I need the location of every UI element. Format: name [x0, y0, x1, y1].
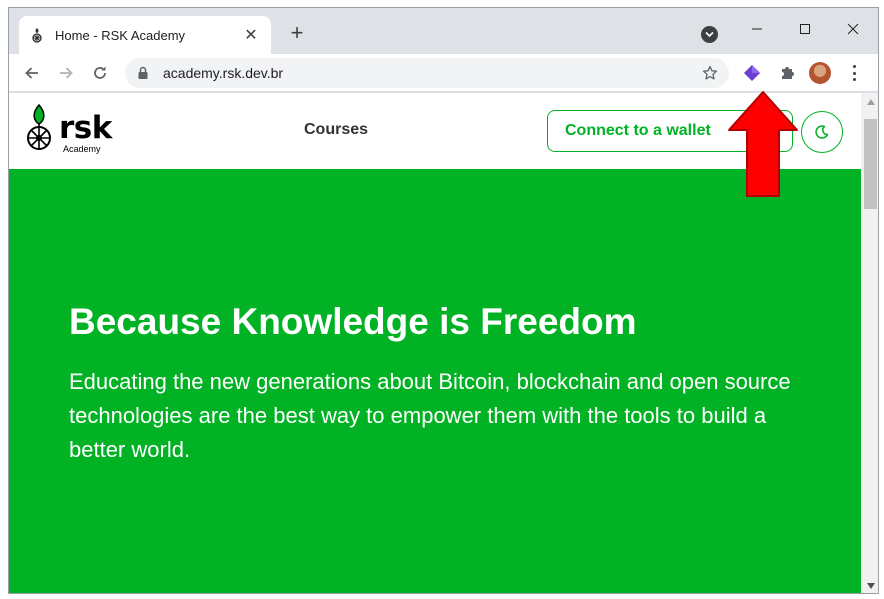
browser-window: Home - RSK Academy ✕ + academy.rsk.dev.b… — [8, 7, 879, 594]
theme-toggle-button[interactable] — [801, 111, 843, 153]
maximize-button[interactable] — [782, 14, 828, 44]
browser-toolbar: academy.rsk.dev.br — [9, 54, 878, 92]
hero-description: Educating the new generations about Bitc… — [69, 369, 791, 462]
star-icon[interactable] — [701, 64, 719, 82]
tab-title: Home - RSK Academy — [55, 27, 186, 43]
close-icon[interactable]: ✕ — [241, 25, 261, 45]
scroll-thumb[interactable] — [864, 119, 877, 209]
arrow-right-icon[interactable] — [55, 62, 77, 84]
url-text[interactable]: academy.rsk.dev.br — [163, 65, 701, 81]
purple-gem-extension-icon[interactable] — [742, 63, 762, 83]
kebab-menu-icon[interactable] — [847, 63, 861, 83]
annotation-arrow-icon — [728, 91, 798, 197]
arrow-left-icon[interactable] — [21, 62, 43, 84]
logo-brand: rsk — [59, 110, 112, 146]
hero-title: Because Knowledge is Freedom — [69, 301, 637, 342]
reload-icon[interactable] — [89, 62, 111, 84]
rsk-tree-logo-icon — [27, 103, 51, 150]
tab-search-icon[interactable] — [701, 26, 718, 43]
new-tab-button[interactable]: + — [285, 22, 309, 44]
window-close-button[interactable] — [830, 14, 876, 44]
scroll-down-arrow-icon[interactable] — [861, 579, 878, 593]
moon-icon — [815, 125, 829, 139]
logo-subtitle: Academy — [63, 144, 101, 154]
nav-courses-link[interactable]: Courses — [304, 121, 368, 139]
minimize-button[interactable] — [734, 14, 780, 44]
lock-icon[interactable] — [137, 66, 151, 80]
browser-tab[interactable]: Home - RSK Academy ✕ — [19, 16, 271, 54]
avatar[interactable] — [809, 62, 831, 84]
puzzle-icon[interactable] — [777, 63, 797, 83]
rsk-academy-logo[interactable]: rsk Academy — [25, 103, 117, 157]
address-bar[interactable]: academy.rsk.dev.br — [125, 58, 729, 88]
tab-strip: Home - RSK Academy ✕ + — [9, 8, 878, 54]
page-scrollbar[interactable] — [861, 93, 878, 593]
hero-section: Because Knowledge is Freedom Educating t… — [9, 169, 861, 593]
rsk-tree-icon — [29, 27, 45, 43]
scroll-up-arrow-icon[interactable] — [861, 95, 878, 109]
